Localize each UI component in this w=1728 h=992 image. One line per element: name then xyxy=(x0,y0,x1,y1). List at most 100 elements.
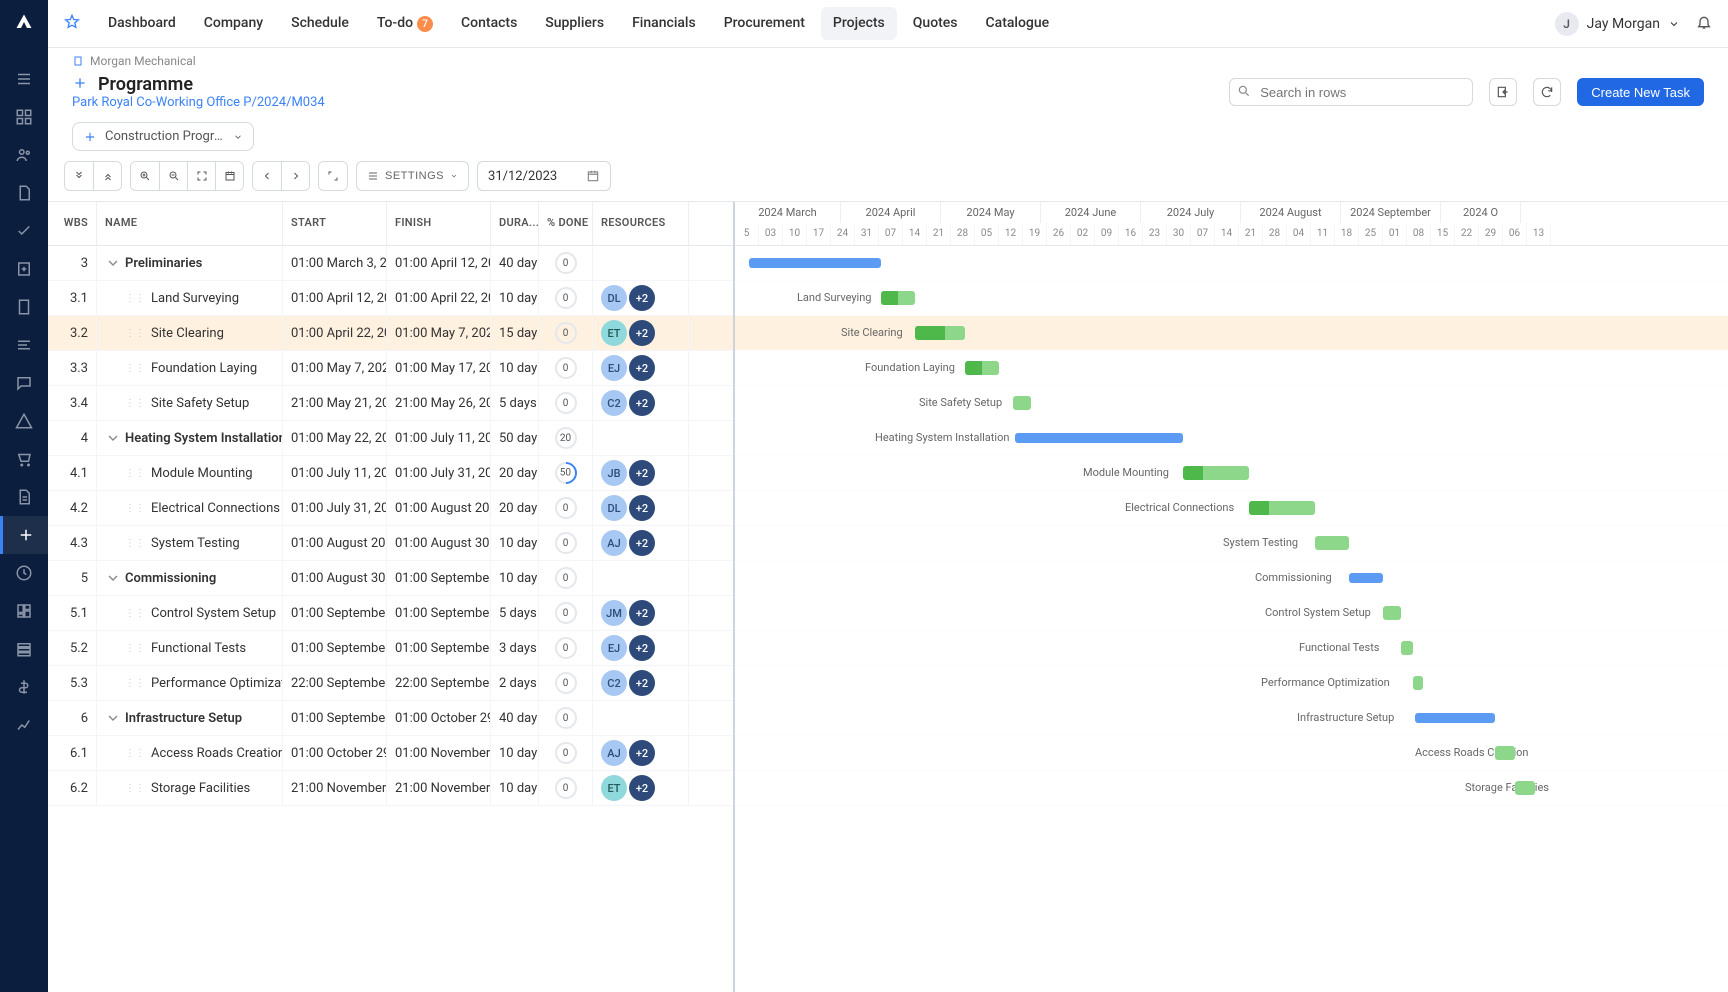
gantt-bar[interactable] xyxy=(915,326,965,340)
sidebar-file-icon[interactable] xyxy=(0,478,48,516)
prev-button[interactable] xyxy=(253,162,281,190)
collapse-all-button[interactable] xyxy=(93,162,121,190)
resource-avatar[interactable]: +2 xyxy=(629,635,655,661)
refresh-button[interactable] xyxy=(1533,78,1561,106)
table-row[interactable]: 5.3⋮⋮Performance Optimization22:00 Septe… xyxy=(48,666,733,701)
gantt-bar[interactable] xyxy=(749,258,881,268)
gantt-bar[interactable] xyxy=(1183,466,1249,480)
drag-handle-icon[interactable]: ⋮⋮ xyxy=(125,538,145,549)
nav-catalogue[interactable]: Catalogue xyxy=(974,7,1062,41)
resource-avatar[interactable]: C2 xyxy=(601,670,627,696)
resource-avatar[interactable]: +2 xyxy=(629,530,655,556)
resource-avatar[interactable]: C2 xyxy=(601,390,627,416)
resource-avatar[interactable]: AJ xyxy=(601,530,627,556)
table-row[interactable]: 5Commissioning01:00 August 30, 202401:00… xyxy=(48,561,733,596)
resource-avatar[interactable]: ET xyxy=(601,775,627,801)
chevron-down-icon[interactable] xyxy=(105,430,121,446)
nav-contacts[interactable]: Contacts xyxy=(449,7,529,41)
resource-avatar[interactable]: +2 xyxy=(629,775,655,801)
user-menu[interactable]: J Jay Morgan xyxy=(1555,12,1680,36)
import-button[interactable] xyxy=(1489,78,1517,106)
resource-avatar[interactable]: JB xyxy=(601,460,627,486)
table-row[interactable]: 3.3⋮⋮Foundation Laying01:00 May 7, 20240… xyxy=(48,351,733,386)
col-start[interactable]: START xyxy=(283,202,387,245)
gantt-chart[interactable]: 2024 March2024 April2024 May2024 June202… xyxy=(735,202,1728,992)
resource-avatar[interactable]: +2 xyxy=(629,670,655,696)
drag-handle-icon[interactable]: ⋮⋮ xyxy=(125,783,145,794)
expand-all-button[interactable] xyxy=(65,162,93,190)
table-row[interactable]: 4.2⋮⋮Electrical Connections01:00 July 31… xyxy=(48,491,733,526)
resource-avatar[interactable]: +2 xyxy=(629,285,655,311)
sidebar-alert-icon[interactable] xyxy=(0,402,48,440)
drag-handle-icon[interactable]: ⋮⋮ xyxy=(125,293,145,304)
sidebar-grid-icon[interactable] xyxy=(0,98,48,136)
table-row[interactable]: 5.2⋮⋮Functional Tests01:00 September 14,… xyxy=(48,631,733,666)
resource-avatar[interactable]: +2 xyxy=(629,355,655,381)
fullscreen-button[interactable] xyxy=(319,162,347,190)
drag-handle-icon[interactable]: ⋮⋮ xyxy=(125,643,145,654)
table-row[interactable]: 4.3⋮⋮System Testing01:00 August 20, 2024… xyxy=(48,526,733,561)
table-row[interactable]: 6.1⋮⋮Access Roads Creation01:00 October … xyxy=(48,736,733,771)
col-name[interactable]: NAME xyxy=(97,202,283,245)
settings-button[interactable]: SETTINGS xyxy=(356,161,469,191)
drag-handle-icon[interactable]: ⋮⋮ xyxy=(125,363,145,374)
zoom-out-button[interactable] xyxy=(159,162,187,190)
gantt-bar[interactable] xyxy=(1415,713,1495,723)
resource-avatar[interactable]: +2 xyxy=(629,740,655,766)
star-icon[interactable] xyxy=(64,14,80,34)
today-button[interactable] xyxy=(215,162,243,190)
sidebar-list-icon[interactable] xyxy=(0,60,48,98)
nav-projects[interactable]: Projects xyxy=(821,7,897,41)
resource-avatar[interactable]: EJ xyxy=(601,635,627,661)
sidebar-chat-icon[interactable] xyxy=(0,364,48,402)
sidebar-page-icon[interactable] xyxy=(0,288,48,326)
gantt-bar[interactable] xyxy=(1249,501,1315,515)
gantt-bar[interactable] xyxy=(1315,536,1349,550)
table-row[interactable]: 4.1⋮⋮Module Mounting01:00 July 11, 20240… xyxy=(48,456,733,491)
nav-schedule[interactable]: Schedule xyxy=(279,7,361,41)
resource-avatar[interactable]: EJ xyxy=(601,355,627,381)
fit-button[interactable] xyxy=(187,162,215,190)
gantt-bar[interactable] xyxy=(1015,433,1183,443)
nav-suppliers[interactable]: Suppliers xyxy=(533,7,616,41)
resource-avatar[interactable]: DL xyxy=(601,495,627,521)
drag-handle-icon[interactable]: ⋮⋮ xyxy=(125,503,145,514)
nav-procurement[interactable]: Procurement xyxy=(712,7,817,41)
col-finish[interactable]: FINISH xyxy=(387,202,491,245)
resource-avatar[interactable]: JM xyxy=(601,600,627,626)
table-row[interactable]: 3Preliminaries01:00 March 3, 202401:00 A… xyxy=(48,246,733,281)
sidebar-doc-icon[interactable] xyxy=(0,174,48,212)
table-row[interactable]: 3.1⋮⋮Land Surveying01:00 April 12, 20240… xyxy=(48,281,733,316)
bell-icon[interactable] xyxy=(1696,14,1712,34)
sidebar-chart-icon[interactable] xyxy=(0,706,48,744)
drag-handle-icon[interactable]: ⋮⋮ xyxy=(125,398,145,409)
gantt-bar[interactable] xyxy=(1349,573,1383,583)
resource-avatar[interactable]: +2 xyxy=(629,390,655,416)
project-link[interactable]: Park Royal Co-Working Office P/2024/M034 xyxy=(72,95,325,110)
sidebar-add-doc-icon[interactable] xyxy=(0,250,48,288)
sidebar-people-icon[interactable] xyxy=(0,136,48,174)
gantt-bar[interactable] xyxy=(1401,641,1413,655)
gantt-bar[interactable] xyxy=(1413,676,1423,690)
date-input[interactable]: 31/12/2023 xyxy=(477,161,611,191)
resource-avatar[interactable]: +2 xyxy=(629,600,655,626)
chevron-down-icon[interactable] xyxy=(105,570,121,586)
sidebar-check-icon[interactable] xyxy=(0,212,48,250)
table-row[interactable]: 6.2⋮⋮Storage Facilities21:00 November 4,… xyxy=(48,771,733,806)
nav-quotes[interactable]: Quotes xyxy=(901,7,970,41)
sidebar-clock-icon[interactable] xyxy=(0,554,48,592)
col-wbs[interactable]: WBS xyxy=(48,202,97,245)
resource-avatar[interactable]: ET xyxy=(601,320,627,346)
nav-to-do[interactable]: To-do7 xyxy=(365,7,445,41)
table-row[interactable]: 5.1⋮⋮Control System Setup01:00 September… xyxy=(48,596,733,631)
col-resources[interactable]: RESOURCES xyxy=(593,202,689,245)
resource-avatar[interactable]: +2 xyxy=(629,320,655,346)
nav-financials[interactable]: Financials xyxy=(620,7,708,41)
zoom-in-button[interactable] xyxy=(131,162,159,190)
sidebar-rows-icon[interactable] xyxy=(0,630,48,668)
col-done[interactable]: % DONE xyxy=(539,202,593,245)
resource-avatar[interactable]: +2 xyxy=(629,495,655,521)
resource-avatar[interactable]: DL xyxy=(601,285,627,311)
gantt-bar[interactable] xyxy=(965,361,999,375)
drag-handle-icon[interactable]: ⋮⋮ xyxy=(125,608,145,619)
